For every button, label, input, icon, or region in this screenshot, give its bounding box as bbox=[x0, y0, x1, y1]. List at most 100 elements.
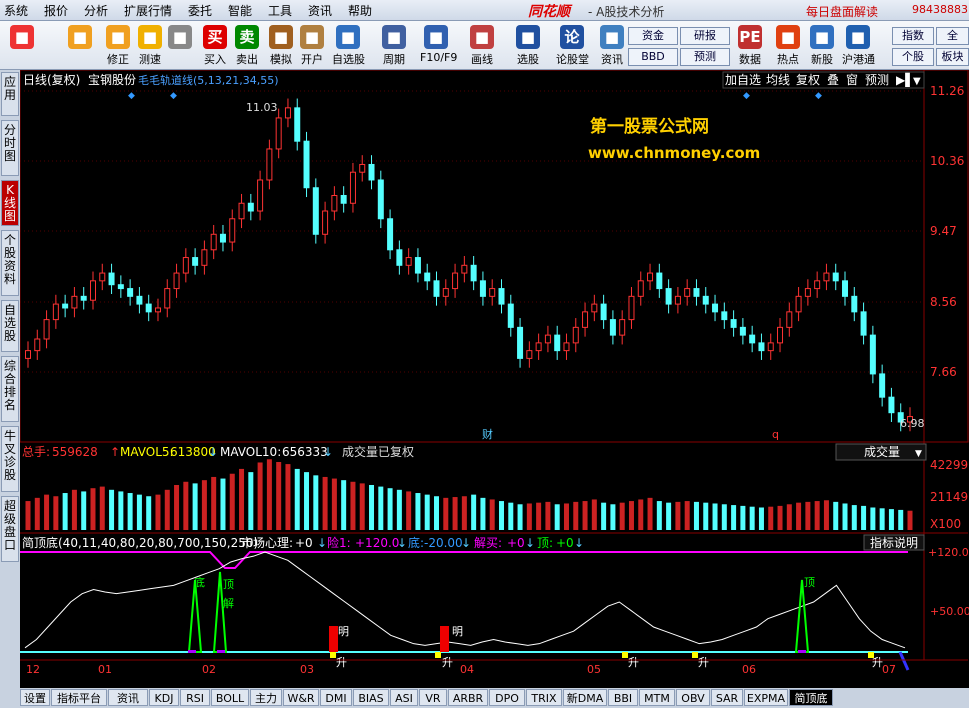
volume-bar bbox=[266, 459, 272, 530]
tab-stock-info[interactable]: 个股资料 bbox=[1, 230, 19, 296]
plate-button[interactable]: 板块 bbox=[936, 48, 969, 66]
toolbar-17-button[interactable]: ■ 热点 bbox=[772, 23, 804, 67]
toolbar-19-button[interactable]: ■ 沪港通 bbox=[842, 23, 875, 67]
window-button[interactable]: 窗 bbox=[846, 73, 858, 87]
diamond-icon[interactable]: ◆ bbox=[128, 91, 135, 101]
bottom-tab[interactable]: DPO bbox=[489, 689, 525, 706]
bottom-tab[interactable]: 设置 bbox=[20, 689, 50, 706]
diamond-icon[interactable]: ◆ bbox=[743, 91, 750, 101]
toolbar-6-button[interactable]: 卖卖出 bbox=[231, 23, 263, 67]
menu-quote[interactable]: 报价 bbox=[44, 2, 68, 19]
toolbar-11-button[interactable]: ■ F10/F9 bbox=[420, 23, 457, 67]
bottom-tab[interactable]: 新DMA bbox=[563, 689, 607, 706]
ma-button[interactable]: 均线 bbox=[766, 73, 790, 87]
toolbar-10-button[interactable]: ■ 周期 bbox=[378, 23, 410, 67]
bright-bar bbox=[329, 626, 338, 652]
all-button[interactable]: 全 bbox=[936, 27, 969, 45]
bottom-tab[interactable]: 指标平台 bbox=[51, 689, 107, 706]
volume-bar bbox=[489, 499, 495, 530]
bottom-tab[interactable]: OBV bbox=[676, 689, 710, 706]
bottom-tab[interactable]: SAR bbox=[711, 689, 743, 706]
forecast-button[interactable]: 预测 bbox=[680, 48, 730, 66]
diamond-icon[interactable]: ◆ bbox=[815, 91, 822, 101]
bottom-tab[interactable]: 主力 bbox=[250, 689, 282, 706]
toolbar-15-button[interactable]: ■ 资讯 bbox=[596, 23, 628, 67]
toolbar-label: 测速 bbox=[139, 53, 161, 66]
bbd-button[interactable]: BBD bbox=[628, 48, 678, 66]
menu-smart[interactable]: 智能 bbox=[228, 2, 252, 19]
volume-bar bbox=[239, 468, 245, 530]
indicator-name[interactable]: 简顶底(40,11,40,80,20,80,700,150,250) bbox=[22, 535, 258, 550]
bottom-tab[interactable]: MTM bbox=[639, 689, 675, 706]
menu-news[interactable]: 资讯 bbox=[308, 2, 332, 19]
bottom-tab[interactable]: RSI bbox=[180, 689, 210, 706]
export-icon[interactable]: ▶▌ bbox=[896, 72, 914, 87]
toolbar-9-button[interactable]: ■ 自选股 bbox=[332, 23, 365, 67]
bottom-tab[interactable]: VR bbox=[419, 689, 447, 706]
toolbar-2-button[interactable]: ■ 修正 bbox=[102, 23, 134, 67]
index-button[interactable]: 指数 bbox=[892, 27, 934, 45]
financial-marker[interactable]: 财 bbox=[482, 427, 493, 441]
toolbar-12-button[interactable]: ■ 画线 bbox=[466, 23, 498, 67]
bottom-tab[interactable]: TRIX bbox=[526, 689, 562, 706]
toolbar-18-button[interactable]: ■ 新股 bbox=[806, 23, 838, 67]
volume-bar bbox=[712, 503, 718, 530]
toolbar-14-button[interactable]: 论论股堂 bbox=[556, 23, 589, 67]
bottom-tab[interactable]: ASI bbox=[390, 689, 418, 706]
menu-help[interactable]: 帮助 bbox=[348, 2, 372, 19]
bottom-tab[interactable]: BIAS bbox=[353, 689, 389, 706]
chart-button-group: 加自选 均线 复权 叠 窗 预测 ▶▌ ▼ bbox=[722, 71, 925, 89]
menu-extended-quote[interactable]: 扩展行情 bbox=[124, 2, 172, 19]
candle bbox=[804, 288, 811, 297]
toolbar-13-button[interactable]: ■ 选股 bbox=[512, 23, 544, 67]
menu-system[interactable]: 系统 bbox=[4, 2, 28, 19]
stock-button[interactable]: 个股 bbox=[892, 48, 934, 66]
bottom-tab[interactable]: EXPMA bbox=[744, 689, 788, 706]
toolbar-icon-0-button[interactable]: ■ bbox=[6, 23, 38, 67]
fund-button[interactable]: 资金 bbox=[628, 27, 678, 45]
tab-diagnosis[interactable]: 牛叉诊股 bbox=[1, 426, 19, 492]
toolbar-icon-4-button[interactable]: ■ bbox=[164, 23, 196, 67]
toolbar-16-button[interactable]: PE 数据 bbox=[734, 23, 766, 67]
chart-area[interactable]: 日线(复权) 宝钢股份 毛毛轨道线(5,13,21,34,55) 加自选 均线 … bbox=[20, 70, 969, 688]
tab-ranking[interactable]: 综合排名 bbox=[1, 356, 19, 422]
menu-tools[interactable]: 工具 bbox=[268, 2, 292, 19]
toolbar-7-button[interactable]: ■ 模拟 bbox=[265, 23, 297, 67]
event-marker[interactable]: q bbox=[772, 428, 779, 441]
toolbar-8-button[interactable]: ■ 开户 bbox=[296, 23, 328, 67]
tab-watchlist[interactable]: 自选股 bbox=[1, 300, 19, 352]
pe-icon: PE bbox=[738, 25, 762, 49]
daily-link[interactable]: 每日盘面解读 bbox=[806, 3, 878, 20]
toolbar-icon-1-button[interactable]: ■ bbox=[64, 23, 96, 67]
volume-bar bbox=[220, 478, 226, 530]
bottom-tab[interactable]: KDJ bbox=[149, 689, 179, 706]
bottom-tab[interactable]: BOLL bbox=[211, 689, 249, 706]
toolbar-5-button[interactable]: 买买入 bbox=[199, 23, 231, 67]
bottom-tab[interactable]: DMI bbox=[320, 689, 352, 706]
price-label: 9.47 bbox=[930, 224, 957, 238]
toolbar-3-button[interactable]: ■ 测速 bbox=[134, 23, 166, 67]
tab-intraday[interactable]: 分时图 bbox=[1, 120, 19, 176]
bottom-tab[interactable]: 简顶底 bbox=[789, 689, 833, 706]
tab-apps[interactable]: 应用 bbox=[1, 72, 19, 116]
chevron-down-icon[interactable]: ▼ bbox=[915, 449, 922, 459]
tab-kline[interactable]: K线图 bbox=[1, 180, 19, 226]
bottom-tab[interactable]: 资讯 bbox=[108, 689, 148, 706]
main-indicator[interactable]: 毛毛轨道线(5,13,21,34,55) bbox=[138, 73, 279, 87]
add-watch-button[interactable]: 加自选 bbox=[725, 73, 761, 87]
restore-right-button[interactable]: 复权 bbox=[796, 73, 820, 87]
dropdown-icon[interactable]: ▼ bbox=[913, 76, 921, 87]
forecast-chart-button[interactable]: 预测 bbox=[865, 73, 889, 87]
candle bbox=[767, 342, 774, 352]
research-button[interactable]: 研报 bbox=[680, 27, 730, 45]
bottom-tab[interactable]: BBI bbox=[608, 689, 638, 706]
stock-name[interactable]: 宝钢股份 bbox=[88, 73, 136, 87]
volume-bar bbox=[675, 501, 681, 530]
diamond-icon[interactable]: ◆ bbox=[170, 91, 177, 101]
bottom-tab[interactable]: W&R bbox=[283, 689, 319, 706]
menu-analysis[interactable]: 分析 bbox=[84, 2, 108, 19]
menu-order[interactable]: 委托 bbox=[188, 2, 212, 19]
bottom-tab[interactable]: ARBR bbox=[448, 689, 488, 706]
tab-super-book[interactable]: 超级盘口 bbox=[1, 496, 19, 562]
overlay-button[interactable]: 叠 bbox=[827, 73, 839, 87]
